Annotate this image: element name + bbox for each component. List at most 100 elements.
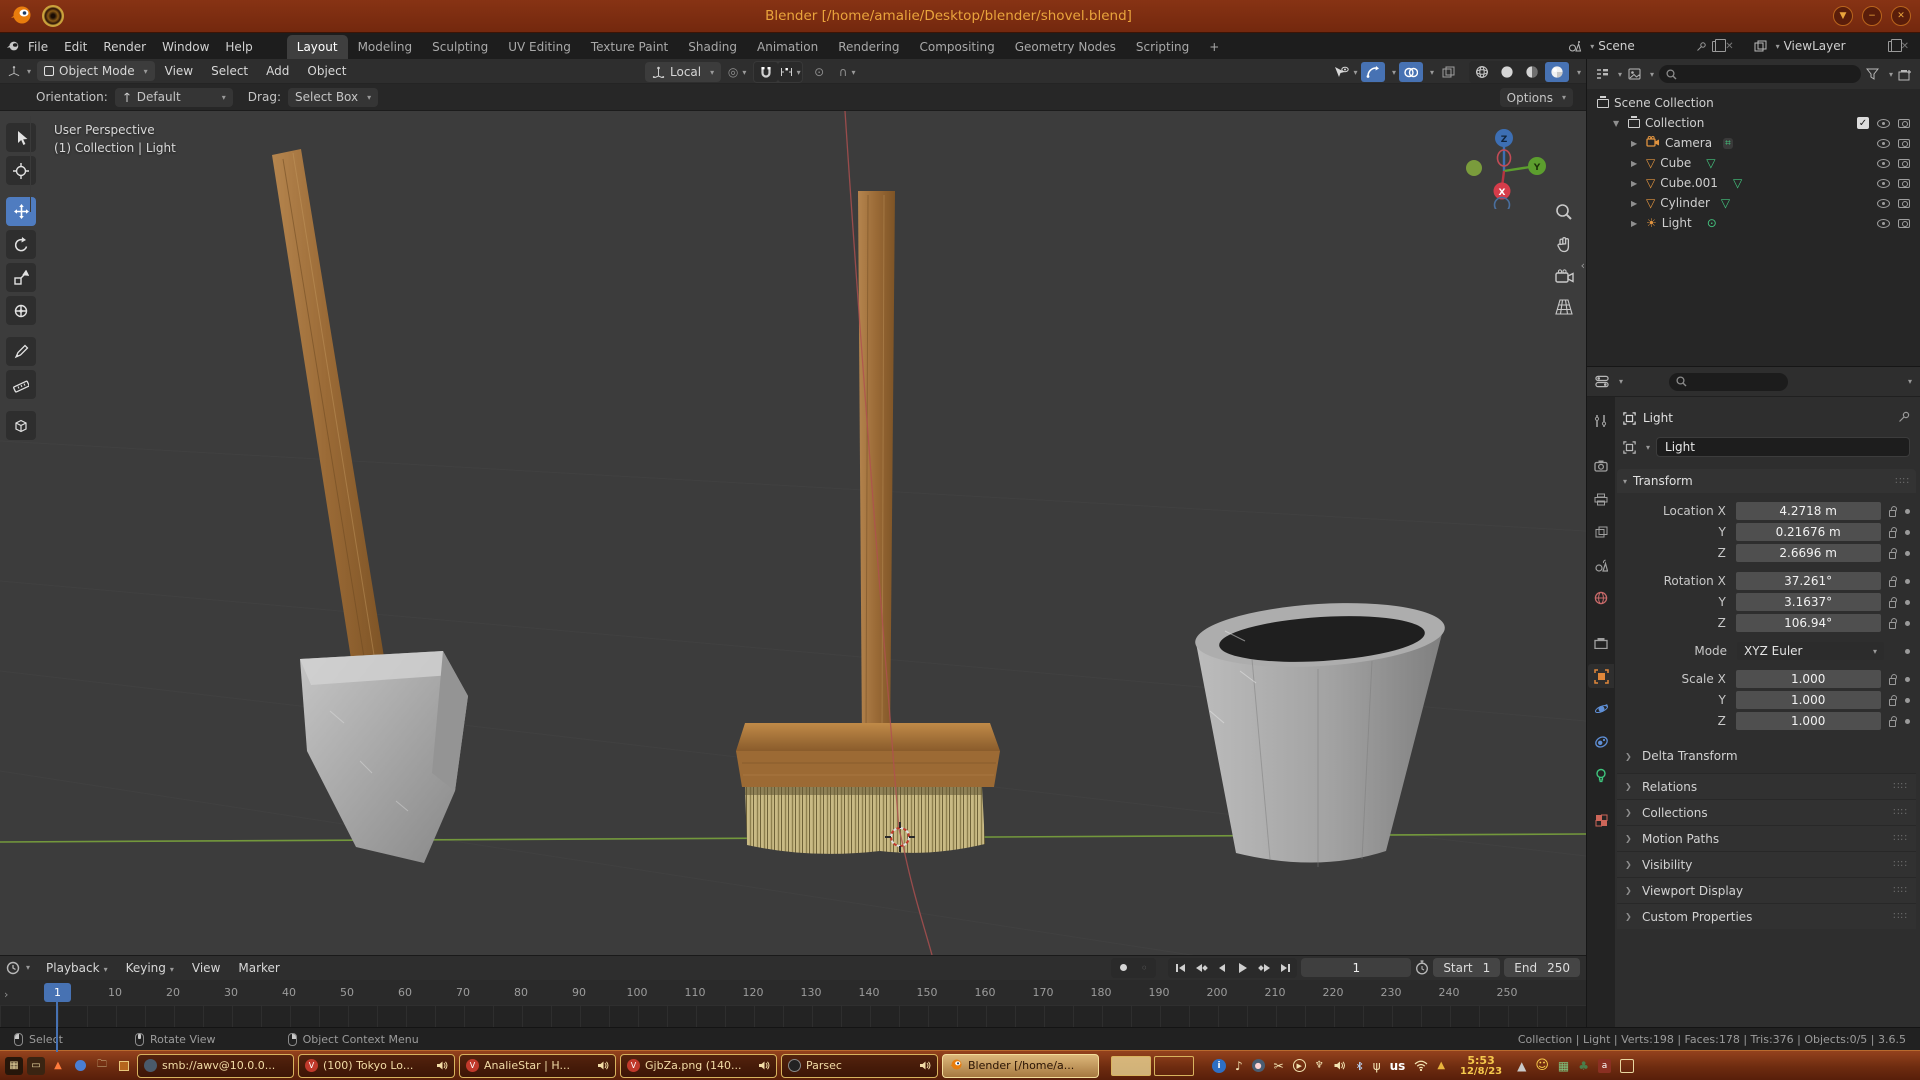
auto-keying-toggle[interactable] (1113, 959, 1133, 977)
render-visibility-icon[interactable] (1898, 119, 1910, 128)
lock-icon[interactable] (1889, 720, 1897, 727)
task-window-blender[interactable]: Blender [/home/a... (942, 1054, 1099, 1078)
menu-marker[interactable]: Marker (230, 958, 287, 978)
animate-dot-icon[interactable] (1905, 530, 1910, 535)
tab-constraints[interactable] (1588, 730, 1614, 754)
minimize-button[interactable]: − (1862, 6, 1882, 26)
jump-to-end-button[interactable] (1275, 959, 1295, 977)
outliner-row-camera[interactable]: ▶ Camera ⌗ (1589, 133, 1918, 153)
wifi-tray-icon[interactable] (1414, 1060, 1428, 1071)
tab-geometry-nodes[interactable]: Geometry Nodes (1005, 35, 1126, 59)
shade-button[interactable]: ▼ (1833, 6, 1853, 26)
menu-window[interactable]: Window (154, 36, 217, 59)
drag-handle-icon[interactable]: ∷∷ (1893, 911, 1908, 922)
drag-handle-icon[interactable]: ∷∷ (1895, 476, 1910, 487)
prev-keyframe-button[interactable] (1191, 959, 1211, 977)
hide-eye-icon[interactable] (1877, 199, 1890, 208)
app-menu-icon[interactable]: ▦ (5, 1057, 23, 1075)
pivot-point-dropdown[interactable]: ◎ (725, 62, 749, 82)
tab-sculpting[interactable]: Sculpting (422, 35, 498, 59)
filter-funnel-icon[interactable] (1866, 67, 1880, 81)
tab-shading[interactable]: Shading (678, 35, 747, 59)
scene-selector[interactable]: Scene ✕ (1563, 37, 1738, 55)
lock-icon[interactable] (1889, 580, 1897, 587)
tool-select-box[interactable] (6, 123, 36, 152)
tab-modeling[interactable]: Modeling (348, 35, 423, 59)
menu-edit[interactable]: Edit (56, 36, 95, 59)
navigation-gizmo[interactable]: Z Y X (1462, 125, 1546, 212)
collection-checkbox[interactable]: ✓ (1857, 117, 1869, 129)
outliner-search-input[interactable] (1659, 65, 1861, 83)
tab-compositing[interactable]: Compositing (909, 35, 1004, 59)
panel-motion-paths[interactable]: ❯Motion Paths∷∷ (1617, 825, 1916, 851)
tab-object-data[interactable] (1588, 763, 1614, 787)
tool-add-cube[interactable] (6, 411, 36, 440)
disclosure-open-icon[interactable]: ▼ (1613, 119, 1623, 128)
tab-collection[interactable] (1588, 631, 1614, 655)
tab-output[interactable] (1588, 487, 1614, 511)
panel-visibility[interactable]: ❯Visibility∷∷ (1617, 851, 1916, 877)
outliner-display-mode-icon[interactable] (1595, 67, 1609, 81)
clock[interactable]: 5:53 12/8/23 (1460, 1055, 1502, 1077)
new-viewlayer-icon[interactable] (1888, 41, 1897, 52)
add-workspace-button[interactable]: + (1199, 35, 1229, 59)
blender-menu-icon[interactable] (6, 39, 20, 53)
render-visibility-icon[interactable] (1898, 199, 1910, 208)
render-visibility-icon[interactable] (1898, 139, 1910, 148)
lock-icon[interactable] (1889, 699, 1897, 706)
object-name-input[interactable]: Light (1656, 437, 1910, 457)
chevron-down-icon[interactable] (1646, 443, 1650, 452)
timeline-editor-icon[interactable] (6, 961, 20, 975)
unlink-scene-icon[interactable]: ✕ (1725, 41, 1733, 52)
animate-dot-icon[interactable] (1905, 600, 1910, 605)
panel-viewport-display[interactable]: ❯Viewport Display∷∷ (1617, 877, 1916, 903)
tab-texture[interactable] (1588, 808, 1614, 832)
location-x-field[interactable]: 4.2718 m (1736, 502, 1881, 520)
playhead-line[interactable] (56, 1002, 58, 1052)
task-window-smb[interactable]: smb://awv@10.0.0... (137, 1054, 294, 1078)
play-button[interactable] (1233, 959, 1253, 977)
keyboard-layout-indicator[interactable]: us (1390, 1059, 1406, 1073)
info-tray-icon[interactable]: i (1212, 1059, 1226, 1073)
menu-file[interactable]: File (20, 36, 56, 59)
selectability-visibility-dropdown[interactable] (1334, 62, 1358, 82)
volume-tray-icon[interactable] (1333, 1060, 1346, 1071)
ortho-grid-icon[interactable] (1555, 299, 1574, 318)
animate-dot-icon[interactable] (1905, 621, 1910, 626)
outliner-row-cylinder[interactable]: ▶ ▽ Cylinder ▽ (1589, 193, 1918, 213)
disclosure-closed-icon[interactable]: ▶ (1631, 139, 1641, 148)
mesh-data-icon[interactable]: ▽ (1721, 196, 1730, 210)
rotation-x-field[interactable]: 37.261° (1736, 572, 1881, 590)
tab-rendering[interactable]: Rendering (828, 35, 909, 59)
task-window-analiestar[interactable]: V AnalieStar | H... (459, 1054, 616, 1078)
editor-type-icon[interactable] (7, 64, 21, 78)
hide-eye-icon[interactable] (1877, 219, 1890, 228)
current-frame-field[interactable]: 1 (1301, 958, 1411, 977)
timeline-expand-arrow[interactable]: › (4, 988, 8, 1001)
shading-rendered-button[interactable] (1545, 62, 1569, 82)
workspace-1[interactable] (1111, 1056, 1151, 1076)
tab-animation[interactable]: Animation (747, 35, 828, 59)
show-desktop-corner-icon[interactable] (1620, 1059, 1634, 1073)
new-scene-icon[interactable] (1712, 41, 1721, 52)
tool-transform[interactable] (6, 296, 36, 325)
drag-handle-icon[interactable]: ∷∷ (1893, 807, 1908, 818)
animate-dot-icon[interactable] (1905, 509, 1910, 514)
scale-z-field[interactable]: 1.000 (1736, 712, 1881, 730)
frame-end-field[interactable]: End 250 (1504, 958, 1580, 977)
close-button[interactable]: ✕ (1891, 6, 1911, 26)
properties-editor-icon[interactable] (1595, 375, 1609, 389)
rotation-y-field[interactable]: 3.1637° (1736, 593, 1881, 611)
task-window-tokyo[interactable]: V (100) Tokyo Lo... (298, 1054, 455, 1078)
dictionary-tray-icon[interactable]: a (1598, 1059, 1611, 1073)
disclosure-closed-icon[interactable]: ▶ (1631, 159, 1641, 168)
render-visibility-icon[interactable] (1898, 159, 1910, 168)
playhead-badge[interactable]: 1 (44, 983, 71, 1002)
tab-tool[interactable] (1588, 409, 1614, 433)
animate-dot-icon[interactable] (1905, 698, 1910, 703)
smiley-tray-icon[interactable]: ☺ (1535, 1058, 1549, 1073)
pin-id-icon[interactable] (1898, 411, 1910, 426)
pan-hand-icon[interactable] (1555, 236, 1574, 257)
usb-tray-icon[interactable]: ψ (1373, 1059, 1381, 1073)
menu-playback[interactable]: Playback (38, 958, 116, 978)
